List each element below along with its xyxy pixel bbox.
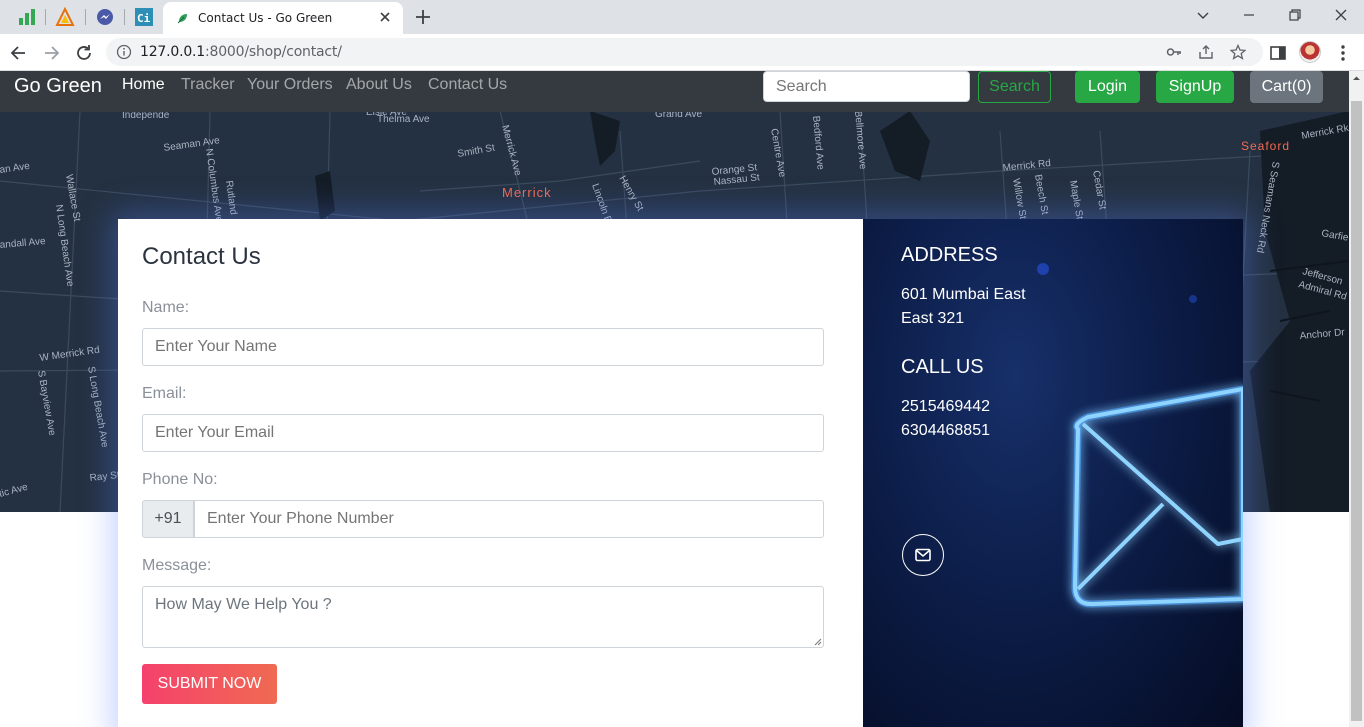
envelope-icon xyxy=(915,548,931,562)
url-path: :8000/shop/contact/ xyxy=(205,44,342,60)
map-label: Henry St xyxy=(616,174,645,213)
map-label: Merrick Rd xyxy=(1002,158,1051,174)
search-input[interactable] xyxy=(763,71,970,102)
svg-text:Ci: Ci xyxy=(137,12,151,25)
share-icon[interactable] xyxy=(1198,44,1214,60)
map-label: Bedford Ave xyxy=(810,115,826,170)
key-icon[interactable] xyxy=(1166,44,1182,60)
contact-form: Contact Us Name: Email: Phone No: +91 Me… xyxy=(118,219,863,727)
phone-number-1: 2515469442 xyxy=(901,398,990,415)
address-line-1: 601 Mumbai East xyxy=(901,286,1026,303)
message-label: Message: xyxy=(142,557,212,574)
nav-link-tracker[interactable]: Tracker xyxy=(181,76,235,94)
map-label: Maple St xyxy=(1067,180,1085,221)
side-panel-icon[interactable] xyxy=(1268,43,1288,63)
info-icon[interactable] xyxy=(116,44,132,60)
name-input[interactable] xyxy=(142,328,824,366)
cart-button[interactable]: Cart(0) xyxy=(1250,71,1323,103)
map-label: S Bayview Ave xyxy=(35,370,57,437)
site-navbar: Go Green Home Tracker Your Orders About … xyxy=(0,71,1349,112)
browser-tab-bar: Ci Contact Us - Go Green xyxy=(0,0,1364,34)
leaf-icon xyxy=(177,14,187,24)
map-label: Cedar St xyxy=(1090,170,1108,211)
forward-arrow-icon[interactable] xyxy=(41,43,61,63)
more-vert-icon[interactable] xyxy=(1333,43,1353,63)
map-label: Smith St xyxy=(457,143,496,160)
map-label: W Merrick Rd xyxy=(39,345,101,364)
call-us-heading: CALL US xyxy=(901,356,984,378)
map-label: Thelma Ave xyxy=(377,114,430,125)
tab-separator xyxy=(85,9,86,25)
nav-link-contact-us[interactable]: Contact Us xyxy=(428,76,507,94)
message-placeholder: How May We Help You ? xyxy=(155,596,332,613)
map-label: Seaford xyxy=(1241,139,1290,153)
map-label: Merrick xyxy=(502,185,552,200)
mail-link[interactable] xyxy=(902,534,944,576)
name-label: Name: xyxy=(142,299,190,316)
vertical-scrollbar[interactable] xyxy=(1349,71,1364,727)
map-label: N Columbus Ave xyxy=(203,148,224,224)
map-label: Centre Ave xyxy=(768,128,787,179)
tab-separator xyxy=(45,9,46,25)
signup-button[interactable]: SignUp xyxy=(1156,71,1234,103)
tab-contact-us[interactable]: Contact Us - Go Green xyxy=(163,2,403,34)
scroll-up-arrow-icon[interactable] xyxy=(1352,74,1361,83)
map-label: Rutland xyxy=(223,180,239,216)
address-bar[interactable]: 127.0.0.1:8000/shop/contact/ xyxy=(106,38,1263,66)
map-label: Bellmore Ave xyxy=(852,110,868,170)
messenger-icon[interactable] xyxy=(95,7,115,27)
map-label: Willow St xyxy=(1010,178,1028,221)
contact-info-panel: ADDRESS 601 Mumbai East East 321 CALL US… xyxy=(863,219,1243,727)
url-host: 127.0.0.1 xyxy=(140,44,205,60)
window-close-icon[interactable] xyxy=(1333,7,1349,23)
map-label: Ray St xyxy=(89,470,120,484)
phone-input[interactable] xyxy=(194,500,824,538)
brand-logo[interactable]: Go Green xyxy=(14,75,102,98)
address-line-2: East 321 xyxy=(901,310,965,327)
phone-number-2: 6304468851 xyxy=(901,422,990,439)
address-heading: ADDRESS xyxy=(901,244,998,266)
star-icon[interactable] xyxy=(1230,44,1246,60)
browser-toolbar: 127.0.0.1:8000/shop/contact/ xyxy=(0,34,1364,71)
minimize-icon[interactable] xyxy=(1241,7,1257,23)
resize-handle-icon[interactable] xyxy=(813,637,822,646)
phone-country-code: +91 xyxy=(142,500,194,538)
page-viewport: Independe Elsie Ave Thelma Ave Grand Ave… xyxy=(0,71,1349,727)
map-label: S Long Beach Ave xyxy=(85,366,110,449)
map-label: andall Ave xyxy=(0,236,46,251)
profile-avatar[interactable] xyxy=(1299,41,1321,63)
form-title: Contact Us xyxy=(142,243,261,270)
map-label: tic Ave xyxy=(0,482,29,500)
message-textarea[interactable]: How May We Help You ? xyxy=(142,586,824,648)
nav-link-about-us[interactable]: About Us xyxy=(346,76,412,94)
new-tab-icon[interactable] xyxy=(414,8,432,26)
search-button[interactable]: Search xyxy=(978,71,1051,103)
email-input[interactable] xyxy=(142,414,824,452)
map-label: Beech St xyxy=(1032,174,1050,216)
nav-link-home[interactable]: Home xyxy=(122,76,165,94)
map-label: Merrick Ave xyxy=(499,124,523,178)
nav-link-your-orders[interactable]: Your Orders xyxy=(247,76,333,94)
ci-icon[interactable]: Ci xyxy=(134,7,154,27)
back-arrow-icon[interactable] xyxy=(9,43,29,63)
tab-title: Contact Us - Go Green xyxy=(198,11,333,25)
close-icon[interactable] xyxy=(377,9,393,25)
triangle-logo-icon[interactable] xyxy=(55,7,75,27)
scrollbar-thumb[interactable] xyxy=(1351,101,1362,721)
chevron-down-icon[interactable] xyxy=(1195,7,1211,23)
bar-chart-icon[interactable] xyxy=(17,7,37,27)
submit-button[interactable]: SUBMIT NOW xyxy=(142,664,277,704)
reload-icon[interactable] xyxy=(74,43,94,63)
tab-separator xyxy=(124,9,125,25)
url-text: 127.0.0.1:8000/shop/contact/ xyxy=(140,44,342,60)
restore-icon[interactable] xyxy=(1287,7,1303,23)
email-label: Email: xyxy=(142,385,187,402)
phone-label: Phone No: xyxy=(142,471,218,488)
login-button[interactable]: Login xyxy=(1075,71,1140,103)
map-label: an Ave xyxy=(0,161,31,176)
